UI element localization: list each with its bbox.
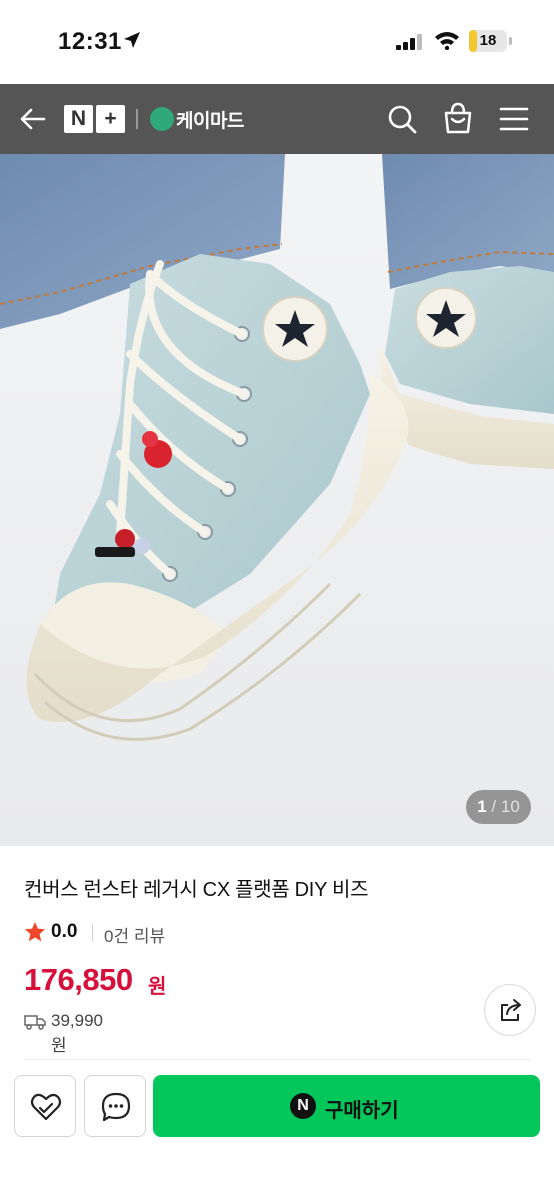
logo-letter-n: N — [64, 105, 93, 133]
wifi-icon — [435, 32, 459, 50]
wishlist-button[interactable] — [14, 1075, 76, 1137]
product-photo — [0, 154, 554, 846]
back-arrow-icon[interactable] — [18, 104, 48, 134]
logo-plus: + — [96, 105, 125, 133]
hamburger-menu-icon[interactable] — [499, 105, 529, 133]
delivery-truck-icon — [24, 1015, 46, 1030]
store-logo-icon[interactable] — [150, 107, 174, 131]
share-button[interactable] — [484, 984, 536, 1036]
battery-level-text: 18 — [479, 32, 497, 49]
heart-icon — [30, 1093, 62, 1121]
buy-button-label: 구매하기 — [325, 1100, 399, 1122]
image-counter-current: 1 — [477, 797, 487, 816]
naver-pay-icon: N — [290, 1093, 316, 1119]
shopping-bag-icon[interactable] — [442, 101, 474, 135]
rating-divider — [92, 924, 93, 941]
location-arrow-icon — [124, 32, 140, 48]
battery-nub — [509, 37, 512, 45]
buy-button[interactable]: N 구매하기 — [153, 1075, 540, 1137]
review-count[interactable]: 0건 리뷰 — [104, 922, 165, 947]
store-name[interactable]: 케이마드 — [176, 106, 244, 133]
star-icon — [25, 922, 45, 942]
status-time: 12:31 — [58, 28, 122, 55]
chat-button[interactable] — [84, 1075, 146, 1137]
shipping-fee: 39,990원 — [51, 1011, 103, 1055]
battery-icon: 18 — [469, 30, 507, 52]
product-title: 컨버스 런스타 레거시 CX 플랫폼 DIY 비즈 — [24, 879, 369, 901]
image-counter-total: 10 — [500, 797, 520, 816]
chat-bubble-icon — [101, 1092, 131, 1122]
product-image[interactable]: 1 / 10 — [0, 154, 554, 846]
search-icon[interactable] — [386, 103, 418, 135]
status-bar: 12:31 18 — [0, 0, 554, 84]
cellular-signal-icon — [396, 34, 422, 50]
image-counter: 1 / 10 — [466, 790, 531, 824]
rating-value: 0.0 — [51, 921, 78, 942]
share-icon — [501, 999, 521, 1021]
bottom-action-bar: N 구매하기 — [0, 1061, 554, 1200]
price-unit: 원 — [148, 976, 167, 998]
top-nav-bar: N + 케이마드 — [0, 84, 554, 154]
nav-divider — [136, 109, 138, 129]
naver-plus-logo[interactable]: N + — [64, 105, 125, 133]
section-divider — [24, 1059, 530, 1060]
image-counter-separator: / — [486, 797, 501, 816]
product-price: 176,850 — [24, 962, 133, 997]
